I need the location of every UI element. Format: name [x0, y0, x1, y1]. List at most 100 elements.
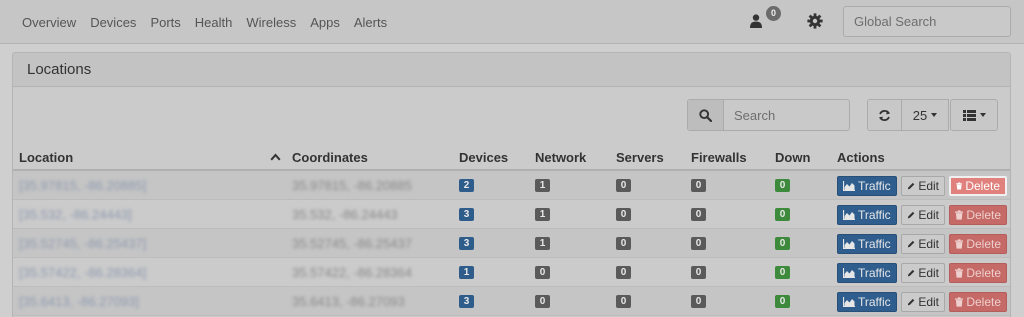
panel-title: Locations — [13, 53, 1010, 87]
down-count-badge: 0 — [775, 237, 790, 250]
nav-link-overview[interactable]: Overview — [22, 15, 76, 30]
network-count-badge: 0 — [535, 266, 550, 279]
servers-count-badge: 0 — [616, 266, 631, 279]
area-chart-icon — [843, 268, 855, 278]
firewalls-count-badge: 0 — [691, 295, 706, 308]
trash-icon — [955, 210, 964, 220]
edit-button[interactable]: Edit — [901, 292, 945, 312]
location-link[interactable]: [35.57422, -86.28364] — [19, 265, 146, 280]
delete-button[interactable]: Delete — [949, 234, 1007, 254]
location-link[interactable]: [35.532, -86.24443] — [19, 207, 132, 222]
refresh-icon — [879, 109, 890, 121]
network-count-badge: 1 — [535, 237, 550, 250]
table-row: [35.532, -86.24443] 35.532, -86.24443 3 1 0 0… — [13, 200, 1010, 229]
delete-button[interactable]: Delete — [949, 176, 1007, 196]
edit-button[interactable]: Edit — [901, 176, 945, 196]
global-search-input[interactable] — [843, 6, 1011, 37]
edit-label: Edit — [918, 266, 939, 280]
table-row: [35.6413, -86.27093] 35.6413, -86.27093 3 0… — [13, 287, 1010, 316]
col-servers[interactable]: Servers — [616, 150, 664, 165]
location-link[interactable]: [35.52745, -86.25437] — [19, 236, 146, 251]
servers-count-badge: 0 — [616, 208, 631, 221]
firewalls-count-badge: 0 — [691, 266, 706, 279]
col-firewalls[interactable]: Firewalls — [691, 150, 747, 165]
search-icon — [699, 108, 712, 122]
col-down[interactable]: Down — [775, 150, 810, 165]
traffic-button[interactable]: Traffic — [837, 176, 897, 196]
list-icon — [962, 109, 976, 121]
devices-count-badge: 3 — [459, 237, 474, 250]
pencil-icon — [907, 240, 915, 248]
delete-button[interactable]: Delete — [949, 292, 1007, 312]
page-size-dropdown[interactable]: 25 — [902, 99, 949, 131]
col-devices[interactable]: Devices — [459, 150, 508, 165]
nav-link-alerts[interactable]: Alerts — [354, 15, 387, 30]
coordinates-cell: 35.97815, -86.20885 — [292, 178, 412, 193]
edit-button[interactable]: Edit — [901, 234, 945, 254]
coordinates-cell: 35.6413, -86.27093 — [292, 294, 405, 309]
area-chart-icon — [843, 210, 855, 220]
delete-button[interactable]: Delete — [949, 263, 1007, 283]
top-navbar: Overview Devices Ports Health Wireless A… — [0, 0, 1024, 44]
page-size-value: 25 — [912, 107, 928, 123]
devices-count-badge: 3 — [459, 295, 474, 308]
col-coordinates[interactable]: Coordinates — [292, 150, 368, 165]
pencil-icon — [907, 182, 915, 190]
locations-table: Location Coordinates Devices Network Ser… — [13, 145, 1010, 316]
delete-button[interactable]: Delete — [949, 205, 1007, 225]
user-icon — [750, 14, 762, 28]
traffic-button[interactable]: Traffic — [837, 263, 897, 283]
search-addon — [688, 100, 724, 130]
network-count-badge: 1 — [535, 208, 550, 221]
delete-label: Delete — [966, 208, 1001, 222]
nav-link-wireless[interactable]: Wireless — [246, 15, 296, 30]
servers-count-badge: 0 — [616, 295, 631, 308]
traffic-label: Traffic — [858, 237, 891, 251]
notification-count-badge: 0 — [766, 6, 781, 21]
trash-icon — [956, 182, 963, 190]
trash-icon — [955, 268, 964, 278]
coordinates-cell: 35.532, -86.24443 — [292, 207, 398, 222]
traffic-label: Traffic — [858, 295, 891, 309]
down-count-badge: 0 — [775, 179, 790, 192]
firewalls-count-badge: 0 — [691, 208, 706, 221]
area-chart-icon — [843, 297, 855, 307]
gear-icon[interactable] — [807, 13, 823, 29]
nav-link-ports[interactable]: Ports — [150, 15, 180, 30]
nav-link-health[interactable]: Health — [195, 15, 233, 30]
columns-dropdown[interactable] — [950, 99, 998, 131]
col-network[interactable]: Network — [535, 150, 586, 165]
firewalls-count-badge: 0 — [691, 237, 706, 250]
refresh-button[interactable] — [867, 99, 902, 131]
network-count-badge: 1 — [535, 179, 550, 192]
location-link[interactable]: [35.6413, -86.27093] — [19, 294, 139, 309]
coordinates-cell: 35.57422, -86.28364 — [292, 265, 412, 280]
search-input[interactable] — [724, 100, 849, 130]
edit-label: Edit — [918, 208, 939, 222]
traffic-label: Traffic — [858, 266, 891, 280]
pencil-icon — [907, 211, 915, 219]
down-count-badge: 0 — [775, 208, 790, 221]
down-count-badge: 0 — [775, 295, 790, 308]
traffic-button[interactable]: Traffic — [837, 292, 897, 312]
edit-button[interactable]: Edit — [901, 205, 945, 225]
delete-label: Delete — [966, 295, 1001, 309]
table-row: [35.97815, -86.20885] 35.97815, -86.20885… — [13, 171, 1010, 200]
table-controls: 25 — [867, 99, 949, 131]
notifications-button[interactable]: 0 — [750, 6, 782, 36]
traffic-button[interactable]: Traffic — [837, 234, 897, 254]
delete-label: Delete — [966, 266, 1001, 280]
trash-icon — [955, 239, 964, 249]
table-body: [35.97815, -86.20885] 35.97815, -86.20885… — [13, 171, 1010, 316]
location-link[interactable]: [35.97815, -86.20885] — [19, 178, 146, 193]
area-chart-icon — [843, 181, 855, 191]
table-row: [35.52745, -86.25437] 35.52745, -86.25437… — [13, 229, 1010, 258]
sort-asc-icon[interactable] — [270, 153, 281, 161]
table-search — [687, 99, 850, 131]
col-location[interactable]: Location — [19, 150, 73, 165]
edit-button[interactable]: Edit — [901, 263, 945, 283]
nav-link-apps[interactable]: Apps — [310, 15, 340, 30]
nav-link-devices[interactable]: Devices — [90, 15, 136, 30]
down-count-badge: 0 — [775, 266, 790, 279]
traffic-button[interactable]: Traffic — [837, 205, 897, 225]
